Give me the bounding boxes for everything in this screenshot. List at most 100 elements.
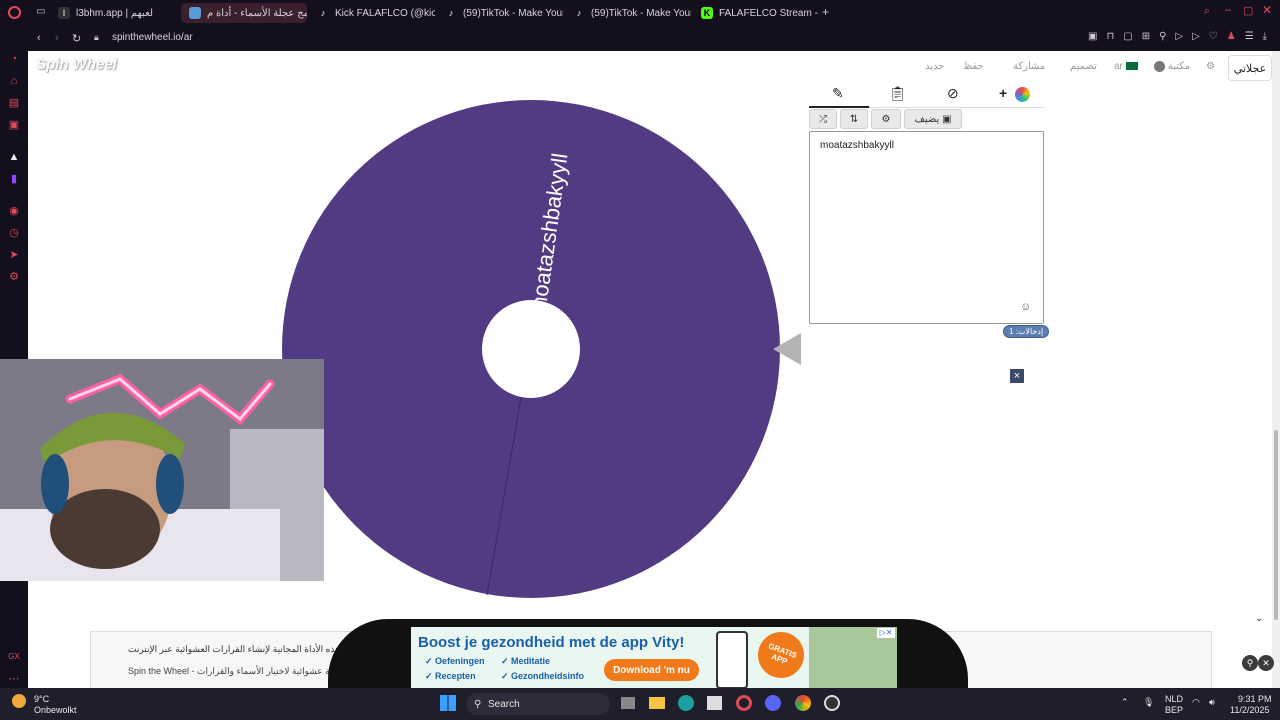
new-tab-button[interactable]: + [822,5,829,19]
ad-info-icon[interactable]: ▷✕ [877,628,895,638]
entries-textarea[interactable]: moatazshbakyyll [809,131,1044,324]
tiktok-icon: ♪ [576,8,582,18]
volume-icon[interactable]: 🔊︎ [1209,697,1215,708]
chevron-down-icon[interactable]: ⌄ [1255,613,1263,624]
ad-phone-image [716,631,748,688]
weather-desc: Onbewolkt [34,705,77,715]
tab-results-clipboard-icon[interactable]: 📋︎ [889,85,907,102]
nav-gallery[interactable]: مكتبة [1154,61,1190,72]
editor-tabs: ✎ 📋︎ ⊘ + [809,81,1045,107]
sidebar-history-icon[interactable]: ◷ [7,226,21,240]
nav-design[interactable]: تصميم [1070,61,1097,72]
weather-temp[interactable]: 9°C [34,694,49,704]
edge-icon[interactable] [678,695,694,711]
my-wheels-button[interactable]: عجلاتي [1228,55,1272,81]
tab-falafelco-stream[interactable]: KFALAFELCO Stream - Wat... [693,3,819,23]
tab-favicon-icon: l [58,7,70,19]
tab-spinthewheel[interactable]: برنامج عجلة الأسماء - أداة م... [181,3,307,23]
nav-save[interactable]: حفظ [963,61,984,72]
emoji-icon[interactable]: ☺ [1020,301,1031,313]
nav-new[interactable]: جديد [925,61,944,72]
lock-icon: 🔒︎ [94,32,99,42]
tab-tiktok-2[interactable]: ♪(59)TikTok - Make Your D... [565,3,691,23]
tab-kick[interactable]: ♪Kick FALAFLCO (@kick_f... [309,3,435,23]
file-explorer-icon[interactable] [649,697,665,709]
ad-bullet: ✓ Recepten [425,671,476,681]
ad-bullet: ✓ Oefeningen [425,656,485,666]
nav-share[interactable]: مشاركة [1013,61,1045,72]
ad-gratis-badge: GRATIS APP [751,627,811,685]
sidebar-player-icon[interactable]: ◉ [7,204,21,218]
sidebar-twitch-icon[interactable]: ▮ [7,172,21,186]
reload-icon[interactable]: ↻ [72,32,81,45]
image-icon: ▣ [942,113,952,125]
wifi-icon[interactable]: ◠ [1192,697,1200,708]
windows-taskbar [0,688,1280,720]
sidebar-mail-icon[interactable]: ▣ [7,118,21,132]
input-lang-2[interactable]: BEP [1165,705,1183,715]
sidebar-settings-icon[interactable]: ⚙ [7,270,21,284]
ad-download-button[interactable]: Download 'm nu [604,659,699,681]
close-ad-button[interactable]: × [1010,369,1024,383]
url-field[interactable]: spinthewheel.io/ar [112,32,193,43]
store-icon[interactable] [707,696,722,710]
weather-icon[interactable] [12,694,26,708]
sidebar-send-icon[interactable]: ➤ [7,248,21,262]
browser-tab-strip: ▭ ll3bhm.app | لعبهم برنامج عجلة الأسماء… [0,0,1280,26]
zoom-control-icon[interactable]: ⚲ [1242,655,1258,671]
wheel[interactable] [282,100,780,598]
tab-edit-pencil-icon[interactable]: ✎ [832,85,844,102]
ad-banner[interactable]: Boost je gezondheid met de app Vity! ✓ O… [411,627,897,688]
gear-button[interactable]: ⚙ [871,109,901,129]
tray-chevron-icon[interactable]: ⌃ [1121,697,1129,708]
wheel-center[interactable] [482,300,580,398]
ad-title: Boost je gezondheid met de app Vity! [418,634,685,651]
tiktok-icon: ♪ [448,8,454,18]
clock-date[interactable]: 11/2/2025 [1230,705,1269,715]
tab-l3bhm[interactable]: l l3bhm.app | لعبهم [50,3,176,23]
windows-start-icon[interactable] [440,695,456,711]
profile-icon[interactable]: ♟ [1227,31,1245,42]
browser-toolbar-icons: ▣⊓▢⊞⚲▷▷♡♟☰⤓⋮ [1088,31,1280,42]
forward-icon[interactable]: › [55,32,59,44]
close-window-icon[interactable]: ✕ [1262,3,1272,17]
microphone-icon[interactable]: 🎙︎ [1143,697,1154,708]
tab-tiktok-1[interactable]: ♪(59)TikTok - Make Your D... [437,3,563,23]
discord-icon[interactable] [765,695,781,711]
task-view-icon[interactable] [621,697,635,709]
chrome-icon[interactable] [795,695,811,711]
color-wheel-icon[interactable] [1015,87,1030,102]
site-logo[interactable]: Spin Wheel [36,56,117,73]
scrollbar-thumb[interactable] [1274,430,1278,620]
workspaces-icon[interactable]: ▭ [36,6,45,17]
info-line-2: Spin the Wheel - عجلة عشوائية لاختيار ال… [128,666,345,676]
tab-hide-eye-icon[interactable]: ⊘ [947,85,959,102]
minimize-icon[interactable]: – [1225,4,1231,16]
tab-favicon-icon [189,7,201,19]
maximize-icon[interactable]: ▢ [1243,4,1253,17]
obs-icon[interactable] [824,695,840,711]
sidebar-chat-icon[interactable]: ▤ [7,96,21,110]
sort-button[interactable]: ⇅ [840,109,868,129]
kick-icon: K [701,7,713,19]
wheel-pointer [773,333,801,365]
clock-time[interactable]: 9:31 PM [1238,694,1272,704]
sidebar-ai-icon[interactable]: ▲ [7,150,21,164]
sidebar-bag-icon[interactable]: ⌂ [7,74,21,88]
settings-icon[interactable]: ⚙ [1206,61,1215,72]
add-image-button[interactable]: يضيف ▣ [904,109,962,129]
nav-lang[interactable]: ar [1114,61,1138,72]
taskbar-search[interactable]: ⚲ Search [466,693,610,715]
search-tabs-icon[interactable]: ⌕ [1204,5,1210,18]
tab-add-wheel-icon[interactable]: + [999,85,1007,101]
input-lang-1[interactable]: NLD [1165,694,1183,704]
close-overlay-icon[interactable]: ✕ [1258,655,1274,671]
sidebar-more-icon[interactable]: ⋯ [7,672,21,686]
shuffle-button[interactable]: ⤮ [809,109,837,129]
sidebar-gx-icon[interactable]: GX [7,650,21,664]
opera-gx-icon[interactable] [736,695,752,711]
sidebar-messenger-icon[interactable]: ◔ [7,52,21,66]
opera-logo-icon[interactable] [8,6,21,19]
active-tab-underline [809,106,869,108]
back-icon[interactable]: ‹ [37,32,41,44]
